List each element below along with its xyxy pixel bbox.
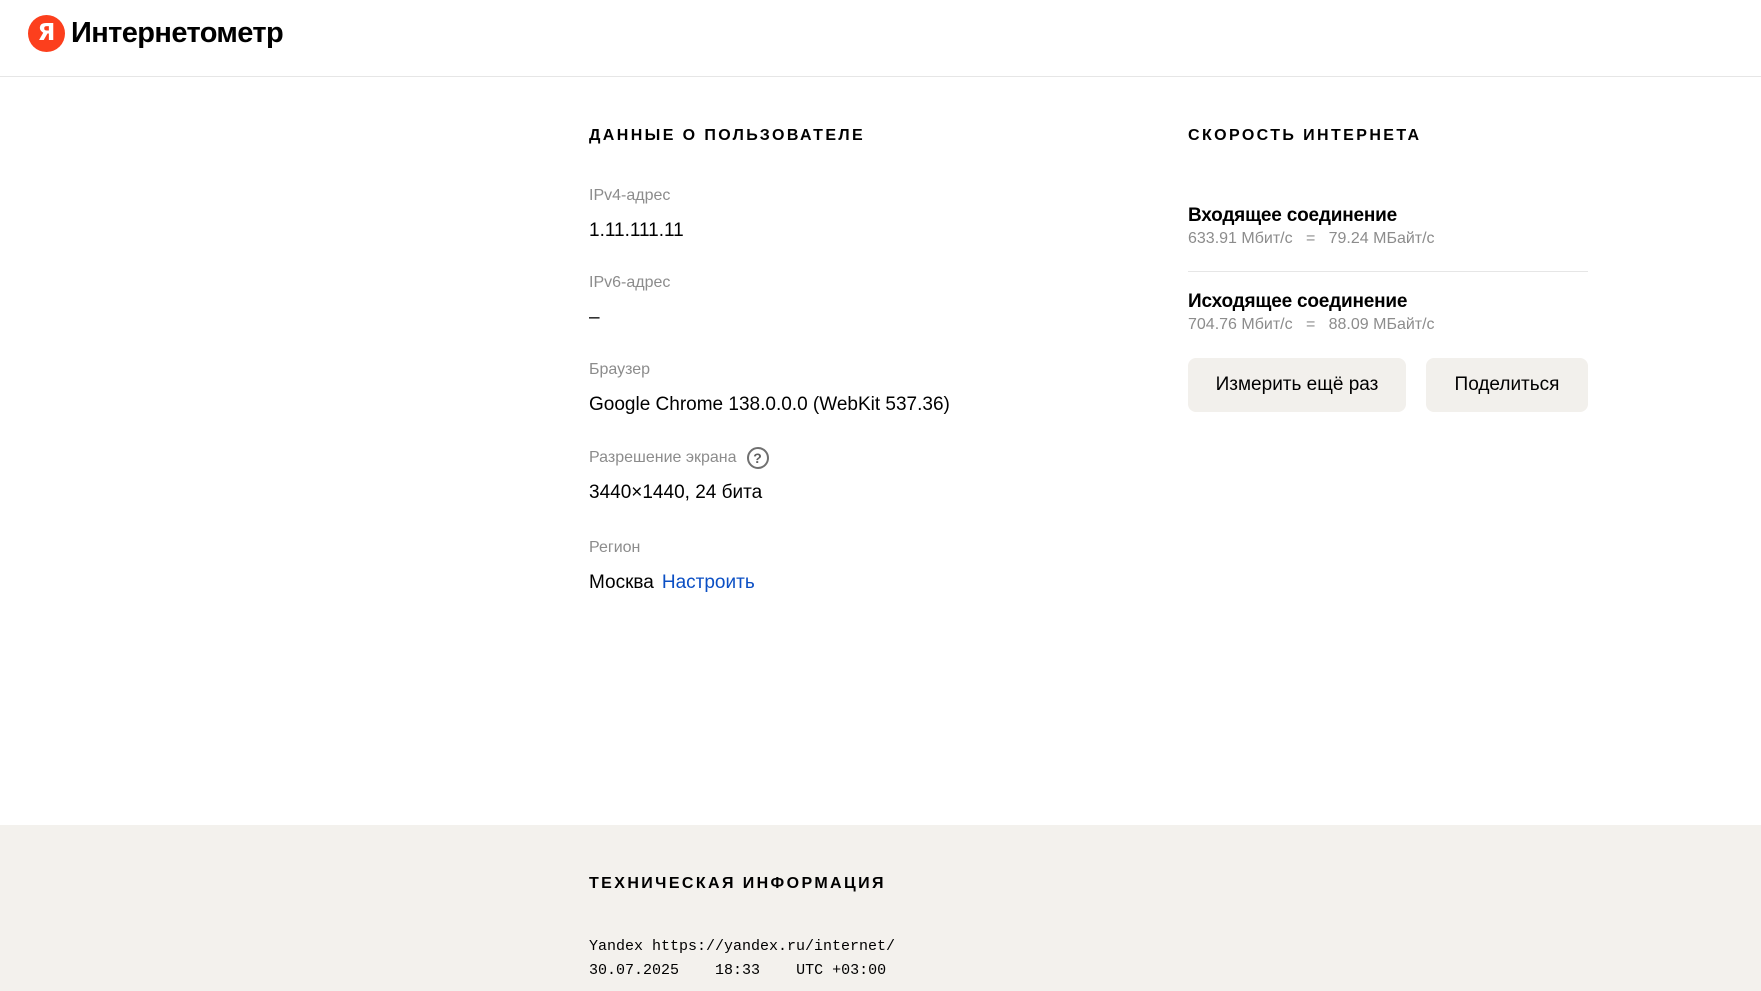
- browser-label: Браузер: [589, 361, 651, 378]
- incoming-mbyte: 79.24 МБайт/с: [1328, 230, 1435, 247]
- measure-again-button[interactable]: Измерить ещё раз: [1188, 358, 1406, 412]
- ipv4-label: IPv4-адрес: [589, 187, 671, 204]
- outgoing-speed: Исходящее соединение 704.76 Мбит/с = 88.…: [1188, 290, 1588, 336]
- incoming-speed-values: 633.91 Мбит/с = 79.24 МБайт/с: [1188, 228, 1588, 250]
- footer: ТЕХНИЧЕСКАЯ ИНФОРМАЦИЯ Yandex https://ya…: [0, 825, 1761, 991]
- header: Я Интернетометр: [0, 0, 1761, 77]
- ipv6-value: –: [589, 307, 600, 328]
- app-title: Интернетометр: [71, 17, 284, 49]
- incoming-separator: =: [1305, 230, 1316, 247]
- configure-region-link[interactable]: Настроить: [662, 572, 755, 593]
- tech-info-timezone: UTC +03:00: [796, 962, 887, 979]
- region-field: Регион Москва Настроить: [589, 537, 755, 595]
- logo[interactable]: Я Интернетометр: [28, 15, 284, 52]
- main-content: ДАННЫЕ О ПОЛЬЗОВАТЕЛЕ IPv4-адрес 1.11.11…: [0, 78, 1761, 825]
- tech-info-line1: Yandex https://yandex.ru/internet/: [589, 938, 896, 955]
- tech-info-title: ТЕХНИЧЕСКАЯ ИНФОРМАЦИЯ: [589, 875, 886, 892]
- outgoing-mbyte: 88.09 МБайт/с: [1328, 316, 1435, 333]
- ipv4-field: IPv4-адрес 1.11.111.11: [589, 185, 684, 243]
- yandex-logo-icon: Я: [28, 15, 65, 52]
- question-circle-icon[interactable]: ?: [746, 447, 769, 469]
- tech-info-block: Yandex https://yandex.ru/internet/ 30.07…: [589, 935, 895, 983]
- screen-resolution-field: Разрешение экрана ? 3440×1440, 24 бита: [589, 447, 769, 505]
- browser-value: Google Chrome 138.0.0.0 (WebKit 537.36): [589, 394, 950, 415]
- screen-resolution-label: Разрешение экрана: [589, 449, 737, 466]
- tech-info-date: 30.07.2025: [589, 962, 680, 979]
- tech-info-time: 18:33: [715, 962, 761, 979]
- outgoing-speed-name: Исходящее соединение: [1188, 291, 1408, 312]
- speed-title: СКОРОСТЬ ИНТЕРНЕТА: [1188, 127, 1422, 144]
- region-label: Регион: [589, 539, 641, 556]
- incoming-speed: Входящее соединение 633.91 Мбит/с = 79.2…: [1188, 204, 1588, 250]
- ipv6-label: IPv6-адрес: [589, 274, 671, 291]
- region-value: Москва: [589, 572, 654, 593]
- speed-divider: [1188, 271, 1588, 272]
- incoming-speed-name: Входящее соединение: [1188, 205, 1397, 226]
- ipv6-field: IPv6-адрес –: [589, 272, 670, 330]
- browser-field: Браузер Google Chrome 138.0.0.0 (WebKit …: [589, 359, 950, 417]
- incoming-mbit: 633.91 Мбит/с: [1188, 230, 1293, 247]
- outgoing-separator: =: [1305, 316, 1316, 333]
- screen-resolution-value: 3440×1440, 24 бита: [589, 482, 763, 503]
- outgoing-mbit: 704.76 Мбит/с: [1188, 316, 1293, 333]
- share-button[interactable]: Поделиться: [1426, 358, 1588, 412]
- ipv4-value: 1.11.111.11: [589, 220, 684, 241]
- region-value-row: Москва Настроить: [589, 571, 755, 595]
- screen-resolution-label-row: Разрешение экрана ?: [589, 447, 769, 469]
- user-info-title: ДАННЫЕ О ПОЛЬЗОВАТЕЛЕ: [589, 127, 866, 144]
- outgoing-speed-values: 704.76 Мбит/с = 88.09 МБайт/с: [1188, 314, 1588, 336]
